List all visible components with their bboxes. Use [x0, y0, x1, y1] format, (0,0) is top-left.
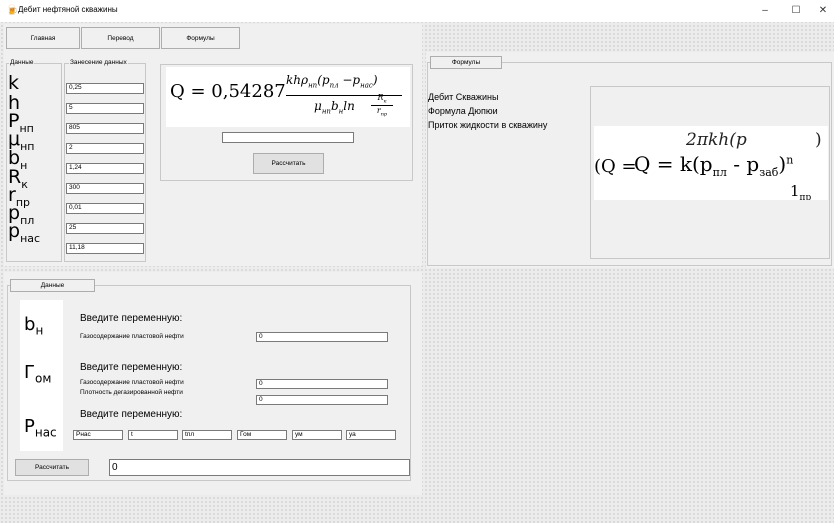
maximize-button[interactable]: ☐ [786, 4, 806, 18]
close-button[interactable]: ✕ [813, 4, 833, 18]
tab-translate[interactable]: Перевод [81, 27, 160, 49]
pnas-input-0[interactable]: Pнас [73, 430, 123, 440]
result-field[interactable] [222, 132, 354, 143]
formula-lhs: Q = 0,54287 [170, 81, 286, 102]
calculate-button[interactable]: Рассчитать [253, 153, 324, 174]
formula-back-q: (Q = [594, 156, 637, 177]
var-pnas: Pнас [24, 416, 57, 440]
entry-field[interactable]: 11,18 [66, 243, 144, 254]
entry-field[interactable]: 0,25 [66, 83, 144, 94]
formula-item-well-rate[interactable]: Дебит Скважины [428, 92, 498, 102]
formulas-label: Формулы [430, 56, 502, 69]
gas-content-field-2[interactable]: 0 [256, 379, 388, 389]
entry-field[interactable]: 5 [66, 103, 144, 114]
formula-preview: 2πkh(p ) (Q = Q = k(pпл - pзаб)n 1пр [594, 126, 828, 200]
pnas-input-1[interactable]: t [128, 430, 178, 440]
entry-field[interactable]: 2 [66, 143, 144, 154]
formula-image: Q = 0,54287 khρнп(pпл −pнас) μнпbнln Rк … [166, 67, 410, 127]
degassed-density-field[interactable]: 0 [256, 395, 388, 405]
gas-content-field[interactable]: 0 [256, 332, 388, 342]
section2-label1: Газосодержание пластовой нефти [80, 379, 184, 386]
section2-heading: Введите переменную: [80, 362, 183, 373]
bottom-calculate-button[interactable]: Рассчитать [15, 459, 89, 476]
tab-main[interactable]: Главная [6, 27, 80, 49]
bottom-variables-image: bн Гом Pнас [20, 300, 63, 451]
formula-denominator: μнпbнln [314, 99, 355, 116]
formula-item-dupuit[interactable]: Формула Дюпюи [428, 106, 498, 116]
pnas-input-2[interactable]: tпл [182, 430, 232, 440]
formula-back-denominator: 1пр [790, 182, 812, 200]
formula-numerator: khρнп(pпл −pнас) [286, 73, 378, 90]
var-gom: Гом [24, 362, 52, 386]
variable-label: pнас [8, 220, 41, 245]
pnas-input-3[interactable]: Гом [237, 430, 287, 440]
entry-field[interactable]: 25 [66, 223, 144, 234]
pnas-input-4[interactable]: ум [292, 430, 342, 440]
entry-field[interactable]: 0,01 [66, 203, 144, 214]
entry-field[interactable]: 1,24 [66, 163, 144, 174]
formula-front: Q = k(pпл - pзаб)n [634, 152, 794, 179]
formula-back-numerator: 2πkh(p [686, 130, 747, 150]
section2-label2: Плотность дегазированной нефти [80, 389, 183, 396]
tab-formulas[interactable]: Формулы [161, 27, 240, 49]
variables-group-title: Данные [9, 59, 35, 66]
bottom-result-field[interactable]: 0 [109, 459, 410, 476]
entry-field[interactable]: 300 [66, 183, 144, 194]
minimize-button[interactable]: – [755, 4, 775, 18]
entry-field[interactable]: 805 [66, 123, 144, 134]
formula-inner-fraction: Rк rпр [371, 93, 393, 117]
section3-heading: Введите переменную: [80, 409, 183, 420]
formula-item-inflow[interactable]: Приток жидкости в скважину [428, 120, 547, 130]
app-icon: 🍺 [6, 5, 19, 16]
window-title: Дебит нефтяной скважины [18, 5, 118, 14]
pnas-input-5[interactable]: уа [346, 430, 396, 440]
var-bn: bн [24, 314, 44, 338]
title-bar: 🍺 Дебит нефтяной скважины – ☐ ✕ [0, 0, 834, 22]
entry-group-title: Занесение данных [69, 59, 128, 66]
section1-heading: Введите переменную: [80, 313, 183, 324]
section1-label: Газосодержание пластовой нефти [80, 333, 184, 340]
formula-back-close: ) [815, 130, 822, 150]
bottom-data-label: Данные [10, 279, 95, 292]
